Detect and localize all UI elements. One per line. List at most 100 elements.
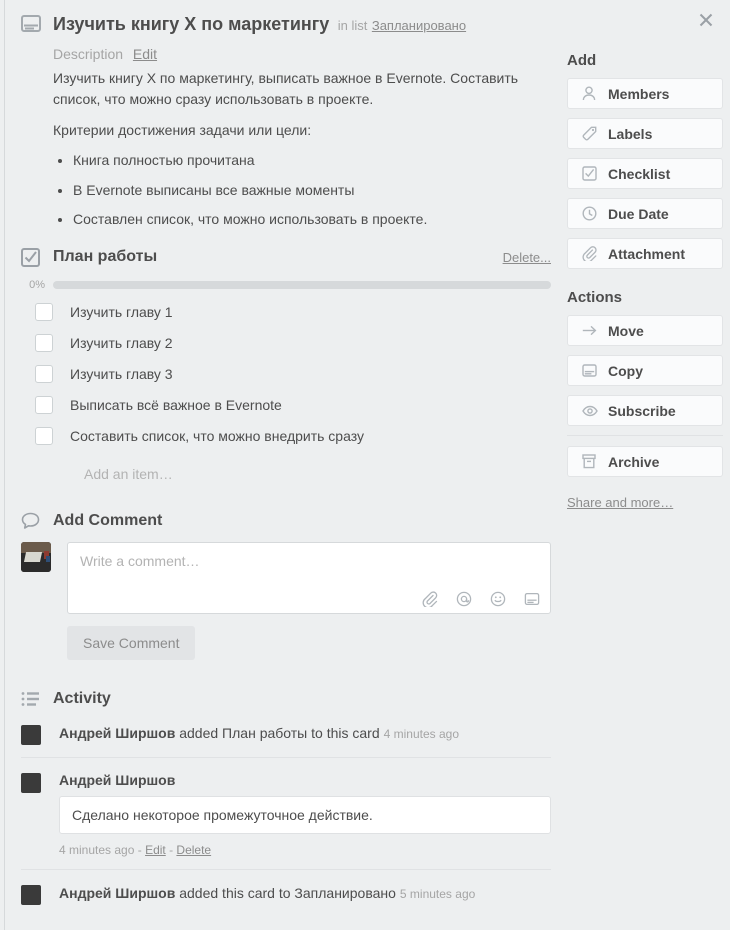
sidebar-item-copy[interactable]: Copy (567, 355, 723, 386)
list-item: В Evernote выписаны все важные моменты (73, 181, 531, 201)
description-paragraph: Изучить книгу X по маркетингу, выписать … (53, 70, 519, 107)
activity-heading: Activity (53, 689, 111, 707)
checklist-item-label: Составить список, что можно внедрить сра… (70, 428, 364, 445)
card-body: Description Edit Изучить книгу X по марк… (5, 36, 730, 917)
eye-icon (582, 405, 598, 417)
comment-input[interactable]: Write a comment… (67, 541, 551, 614)
sidebar-item-attachment[interactable]: Attachment (567, 238, 723, 269)
avatar (21, 724, 41, 745)
comment-heading: Add Comment (53, 511, 163, 529)
activity-comment-text[interactable]: Сделано некоторое промежуточное действие… (59, 795, 551, 834)
activity-timestamp: 4 minutes ago (383, 726, 459, 741)
sidebar-item-label: Copy (608, 362, 643, 379)
activity-text: Андрей Ширшов added this card to Заплани… (59, 884, 551, 903)
activity-action-text: added this card to Запланировано (175, 884, 396, 901)
avatar (21, 884, 41, 905)
activity-entry: Андрей Ширшов added План работы to this … (21, 708, 551, 757)
share-and-more-link[interactable]: Share and more… (567, 495, 723, 510)
checklist-item-checkbox[interactable] (35, 365, 53, 384)
checklist-item-checkbox[interactable] (35, 396, 53, 415)
arrow-right-icon (582, 324, 598, 337)
emoji-icon[interactable] (490, 591, 506, 607)
activity-author[interactable]: Андрей Ширшов (59, 885, 175, 901)
sidebar-item-label: Labels (608, 125, 653, 142)
sidebar-item-checklist[interactable]: Checklist (567, 158, 723, 189)
comment-delete-link[interactable]: Delete (176, 843, 211, 857)
comment-edit-link[interactable]: Edit (145, 843, 166, 857)
checklist-add-item[interactable]: Add an item… (84, 466, 551, 482)
save-comment-button[interactable]: Save Comment (67, 625, 196, 660)
comment-toolbar (422, 591, 540, 607)
checklist-delete-link[interactable]: Delete... (503, 250, 551, 265)
description-criteria-list: Книга полностью прочитана В Evernote вып… (53, 151, 531, 230)
comment-input-row: Write a comment… (21, 541, 551, 614)
sidebar: Add Members Labels Checklist Due Date Attach… (567, 36, 723, 510)
list-item[interactable]: Изучить главу 3 (21, 359, 551, 390)
sidebar-add-buttons: Members Labels Checklist Due Date Attachment (567, 78, 723, 269)
checklist-item-checkbox[interactable] (35, 427, 53, 446)
list-item[interactable]: Составить список, что можно внедрить сра… (21, 421, 551, 452)
activity-section: Activity Андрей Ширшов added План работы… (21, 690, 551, 917)
sidebar-add-title: Add (567, 52, 597, 69)
card-header: Изучить книгу X по маркетингу in list За… (5, 0, 730, 36)
activity-timestamp: 4 minutes ago (59, 842, 135, 857)
sidebar-item-subscribe[interactable]: Subscribe (567, 395, 723, 426)
activity-comment-meta: 4 minutes ago - Edit - Delete (59, 842, 212, 857)
checklist-item-checkbox[interactable] (35, 334, 53, 353)
add-comment-section: Add Comment Write a comment… Save Commen… (21, 512, 551, 660)
comment-bubble-icon (21, 512, 45, 530)
checklist-item-label: Изучить главу 2 (70, 335, 173, 352)
sidebar-item-label: Members (608, 85, 670, 102)
activity-header: Activity (21, 690, 551, 708)
activity-author[interactable]: Андрей Ширшов (59, 725, 175, 741)
progress-bar-track (53, 280, 551, 289)
activity-entry-body: Андрей Ширшов added this card to Заплани… (59, 884, 551, 905)
activity-entry: Андрей Ширшов added this card to Заплани… (21, 868, 551, 917)
sidebar-item-labels[interactable]: Labels (567, 118, 723, 149)
activity-entry-body: Андрей Ширшов added План работы to this … (59, 724, 551, 745)
sidebar-item-due-date[interactable]: Due Date (567, 198, 723, 229)
clock-icon (582, 206, 598, 221)
description-criteria-intro: Критерии достижения задачи или цели: (53, 122, 312, 138)
card-icon[interactable] (524, 591, 540, 607)
list-item[interactable]: Изучить главу 1 (21, 297, 551, 328)
description-edit-link[interactable]: Edit (133, 46, 157, 62)
list-item[interactable]: Изучить главу 2 (21, 328, 551, 359)
activity-author[interactable]: Андрей Ширшов (59, 772, 551, 788)
activity-text: Андрей Ширшов added План работы to this … (59, 724, 551, 743)
sidebar-item-members[interactable]: Members (567, 78, 723, 109)
attachment-icon[interactable] (422, 591, 438, 607)
checklist-item-label: Выписать всё важное в Evernote (70, 397, 282, 414)
sidebar-item-label: Move (608, 322, 644, 339)
activity-entry-body: Андрей Ширшов Сделано некоторое промежуто… (59, 772, 551, 857)
description-header: Description Edit (53, 46, 551, 62)
checklist-items: Изучить главу 1 Изучить главу 2 Изучить гл… (21, 297, 551, 452)
copy-card-icon (582, 364, 598, 377)
checklist-item-label: Изучить главу 1 (70, 304, 173, 321)
list-item: Составлен список, что можно использовать… (73, 210, 531, 230)
checklist-progress: 0% (21, 279, 551, 291)
card-window-icon (21, 15, 45, 32)
close-icon[interactable] (694, 8, 718, 32)
sidebar-item-label: Checklist (608, 165, 671, 182)
sidebar-item-archive[interactable]: Archive (567, 446, 723, 477)
mention-icon[interactable] (456, 591, 472, 607)
activity-entry: Андрей Ширшов Сделано некоторое промежуто… (21, 756, 551, 869)
sidebar-item-label: Due Date (608, 205, 669, 222)
checklist-item-checkbox[interactable] (35, 303, 53, 322)
checklist-title: План работы (53, 248, 158, 266)
sidebar-item-move[interactable]: Move (567, 315, 723, 346)
main-column: Description Edit Изучить книгу X по марк… (5, 36, 567, 917)
sidebar-item-label: Subscribe (608, 402, 676, 419)
archive-box-icon (582, 454, 598, 469)
list-name-link[interactable]: Запланировано (372, 18, 466, 33)
list-item[interactable]: Выписать всё важное в Evernote (21, 390, 551, 421)
paperclip-icon (582, 246, 598, 261)
page-title: Изучить книгу X по маркетингу (53, 14, 330, 34)
member-icon (582, 86, 598, 101)
description-body: Изучить книгу X по маркетингу, выписать … (53, 68, 531, 230)
activity-entries: Андрей Ширшов added План работы to this … (21, 708, 551, 917)
list-item: Книга полностью прочитана (73, 151, 531, 171)
comment-header: Add Comment (21, 512, 551, 530)
sidebar-item-label: Attachment (608, 245, 686, 262)
